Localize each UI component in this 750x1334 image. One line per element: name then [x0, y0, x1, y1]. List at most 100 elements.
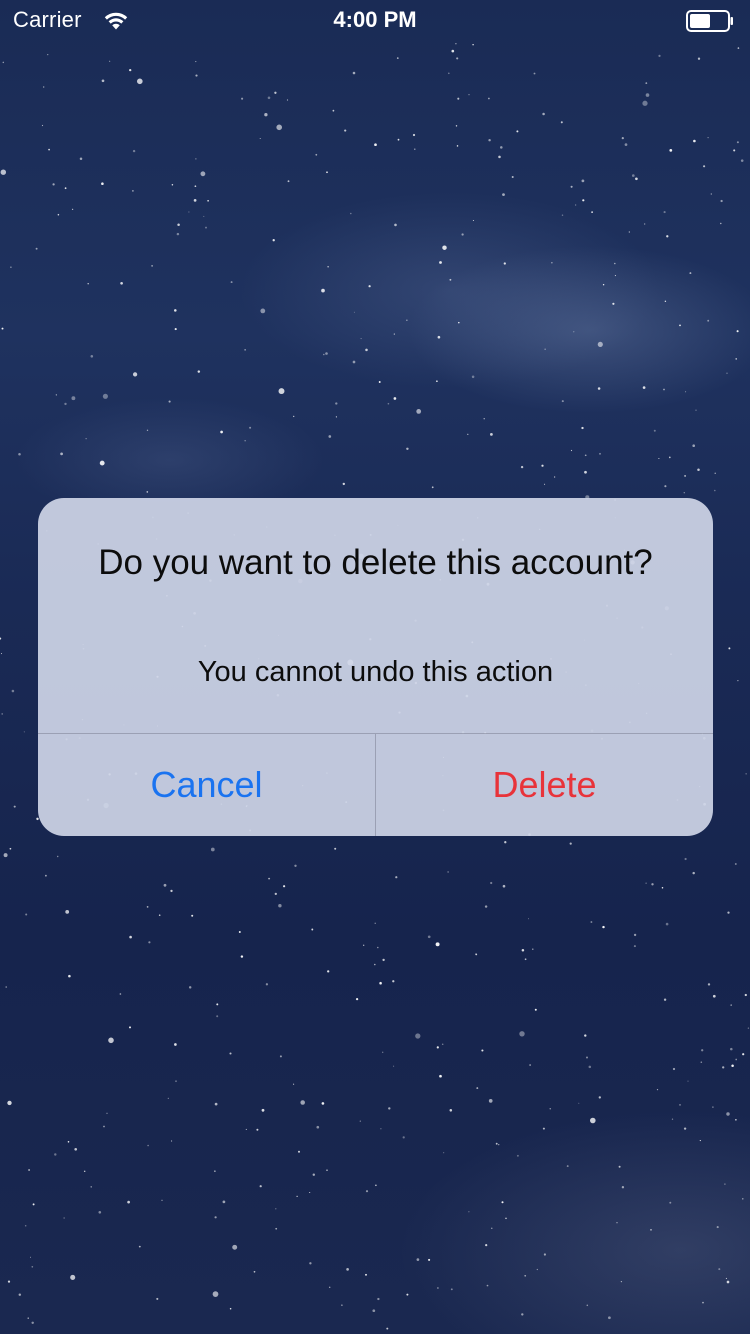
- star: [229, 1052, 232, 1055]
- cancel-button[interactable]: Cancel: [38, 734, 375, 836]
- star: [207, 200, 209, 202]
- star: [259, 137, 261, 140]
- star: [229, 1307, 232, 1310]
- star: [328, 1286, 331, 1289]
- star: [544, 483, 546, 485]
- star: [730, 1004, 732, 1006]
- star: [212, 1291, 219, 1297]
- star: [597, 341, 603, 347]
- star: [174, 1043, 177, 1046]
- star: [716, 1226, 719, 1229]
- star: [274, 91, 277, 94]
- star: [240, 955, 244, 958]
- star: [158, 914, 161, 916]
- star: [335, 402, 338, 405]
- star: [365, 348, 368, 352]
- star: [586, 1304, 589, 1307]
- star: [633, 945, 636, 948]
- star: [132, 372, 138, 377]
- star: [575, 204, 577, 206]
- star: [725, 1277, 727, 1279]
- star: [542, 1127, 545, 1130]
- star: [23, 731, 25, 733]
- star: [448, 72, 450, 75]
- star: [726, 1280, 730, 1284]
- star: [309, 1191, 311, 1194]
- star: [533, 72, 536, 75]
- star: [129, 68, 132, 72]
- star: [326, 1169, 328, 1171]
- star: [692, 444, 695, 448]
- star: [238, 931, 241, 933]
- star: [191, 914, 194, 917]
- star: [387, 402, 390, 405]
- star: [1, 713, 4, 715]
- star: [359, 1120, 361, 1122]
- star: [28, 1169, 31, 1171]
- star: [132, 149, 136, 153]
- star: [283, 885, 286, 888]
- star: [728, 647, 731, 650]
- star: [195, 158, 197, 160]
- star: [505, 1217, 507, 1220]
- star: [436, 1046, 439, 1049]
- star: [71, 208, 74, 210]
- star: [439, 261, 442, 264]
- star: [175, 1080, 177, 1083]
- star: [253, 1270, 256, 1273]
- star: [718, 1268, 721, 1271]
- star: [27, 1317, 29, 1319]
- star: [55, 394, 57, 396]
- star: [699, 1140, 701, 1142]
- star: [119, 993, 122, 995]
- star: [90, 355, 94, 358]
- star: [504, 841, 507, 844]
- star: [561, 214, 564, 216]
- star: [730, 1047, 733, 1051]
- star: [693, 139, 696, 143]
- star: [31, 1265, 34, 1268]
- star: [13, 805, 16, 808]
- star: [475, 953, 478, 956]
- star: [553, 476, 556, 478]
- star: [194, 185, 197, 188]
- star: [744, 993, 747, 997]
- star: [689, 272, 692, 275]
- star: [485, 1244, 488, 1247]
- star: [129, 935, 132, 939]
- star: [393, 1065, 395, 1067]
- star: [702, 1301, 704, 1304]
- star: [102, 393, 108, 399]
- star: [602, 284, 605, 286]
- star: [70, 1274, 76, 1280]
- star: [683, 491, 686, 494]
- star: [500, 146, 503, 149]
- star: [687, 1080, 689, 1082]
- star: [147, 1144, 149, 1147]
- star: [132, 190, 134, 192]
- delete-button[interactable]: Delete: [376, 734, 713, 836]
- star: [590, 1117, 596, 1124]
- star: [633, 933, 637, 937]
- star: [167, 1097, 169, 1099]
- star: [230, 281, 233, 284]
- star: [614, 262, 616, 265]
- star: [293, 415, 295, 418]
- star: [259, 1185, 262, 1188]
- star: [327, 970, 330, 973]
- star: [5, 986, 7, 988]
- star: [664, 485, 667, 488]
- star: [737, 47, 740, 49]
- star: [244, 349, 246, 351]
- star: [614, 275, 616, 277]
- star: [668, 456, 671, 459]
- star: [156, 1297, 159, 1300]
- star: [220, 430, 223, 434]
- star: [7, 1100, 12, 1106]
- star: [735, 1058, 738, 1061]
- star: [87, 282, 89, 285]
- star: [382, 958, 385, 962]
- star: [54, 1153, 57, 1156]
- star: [18, 1293, 22, 1296]
- star: [661, 887, 664, 889]
